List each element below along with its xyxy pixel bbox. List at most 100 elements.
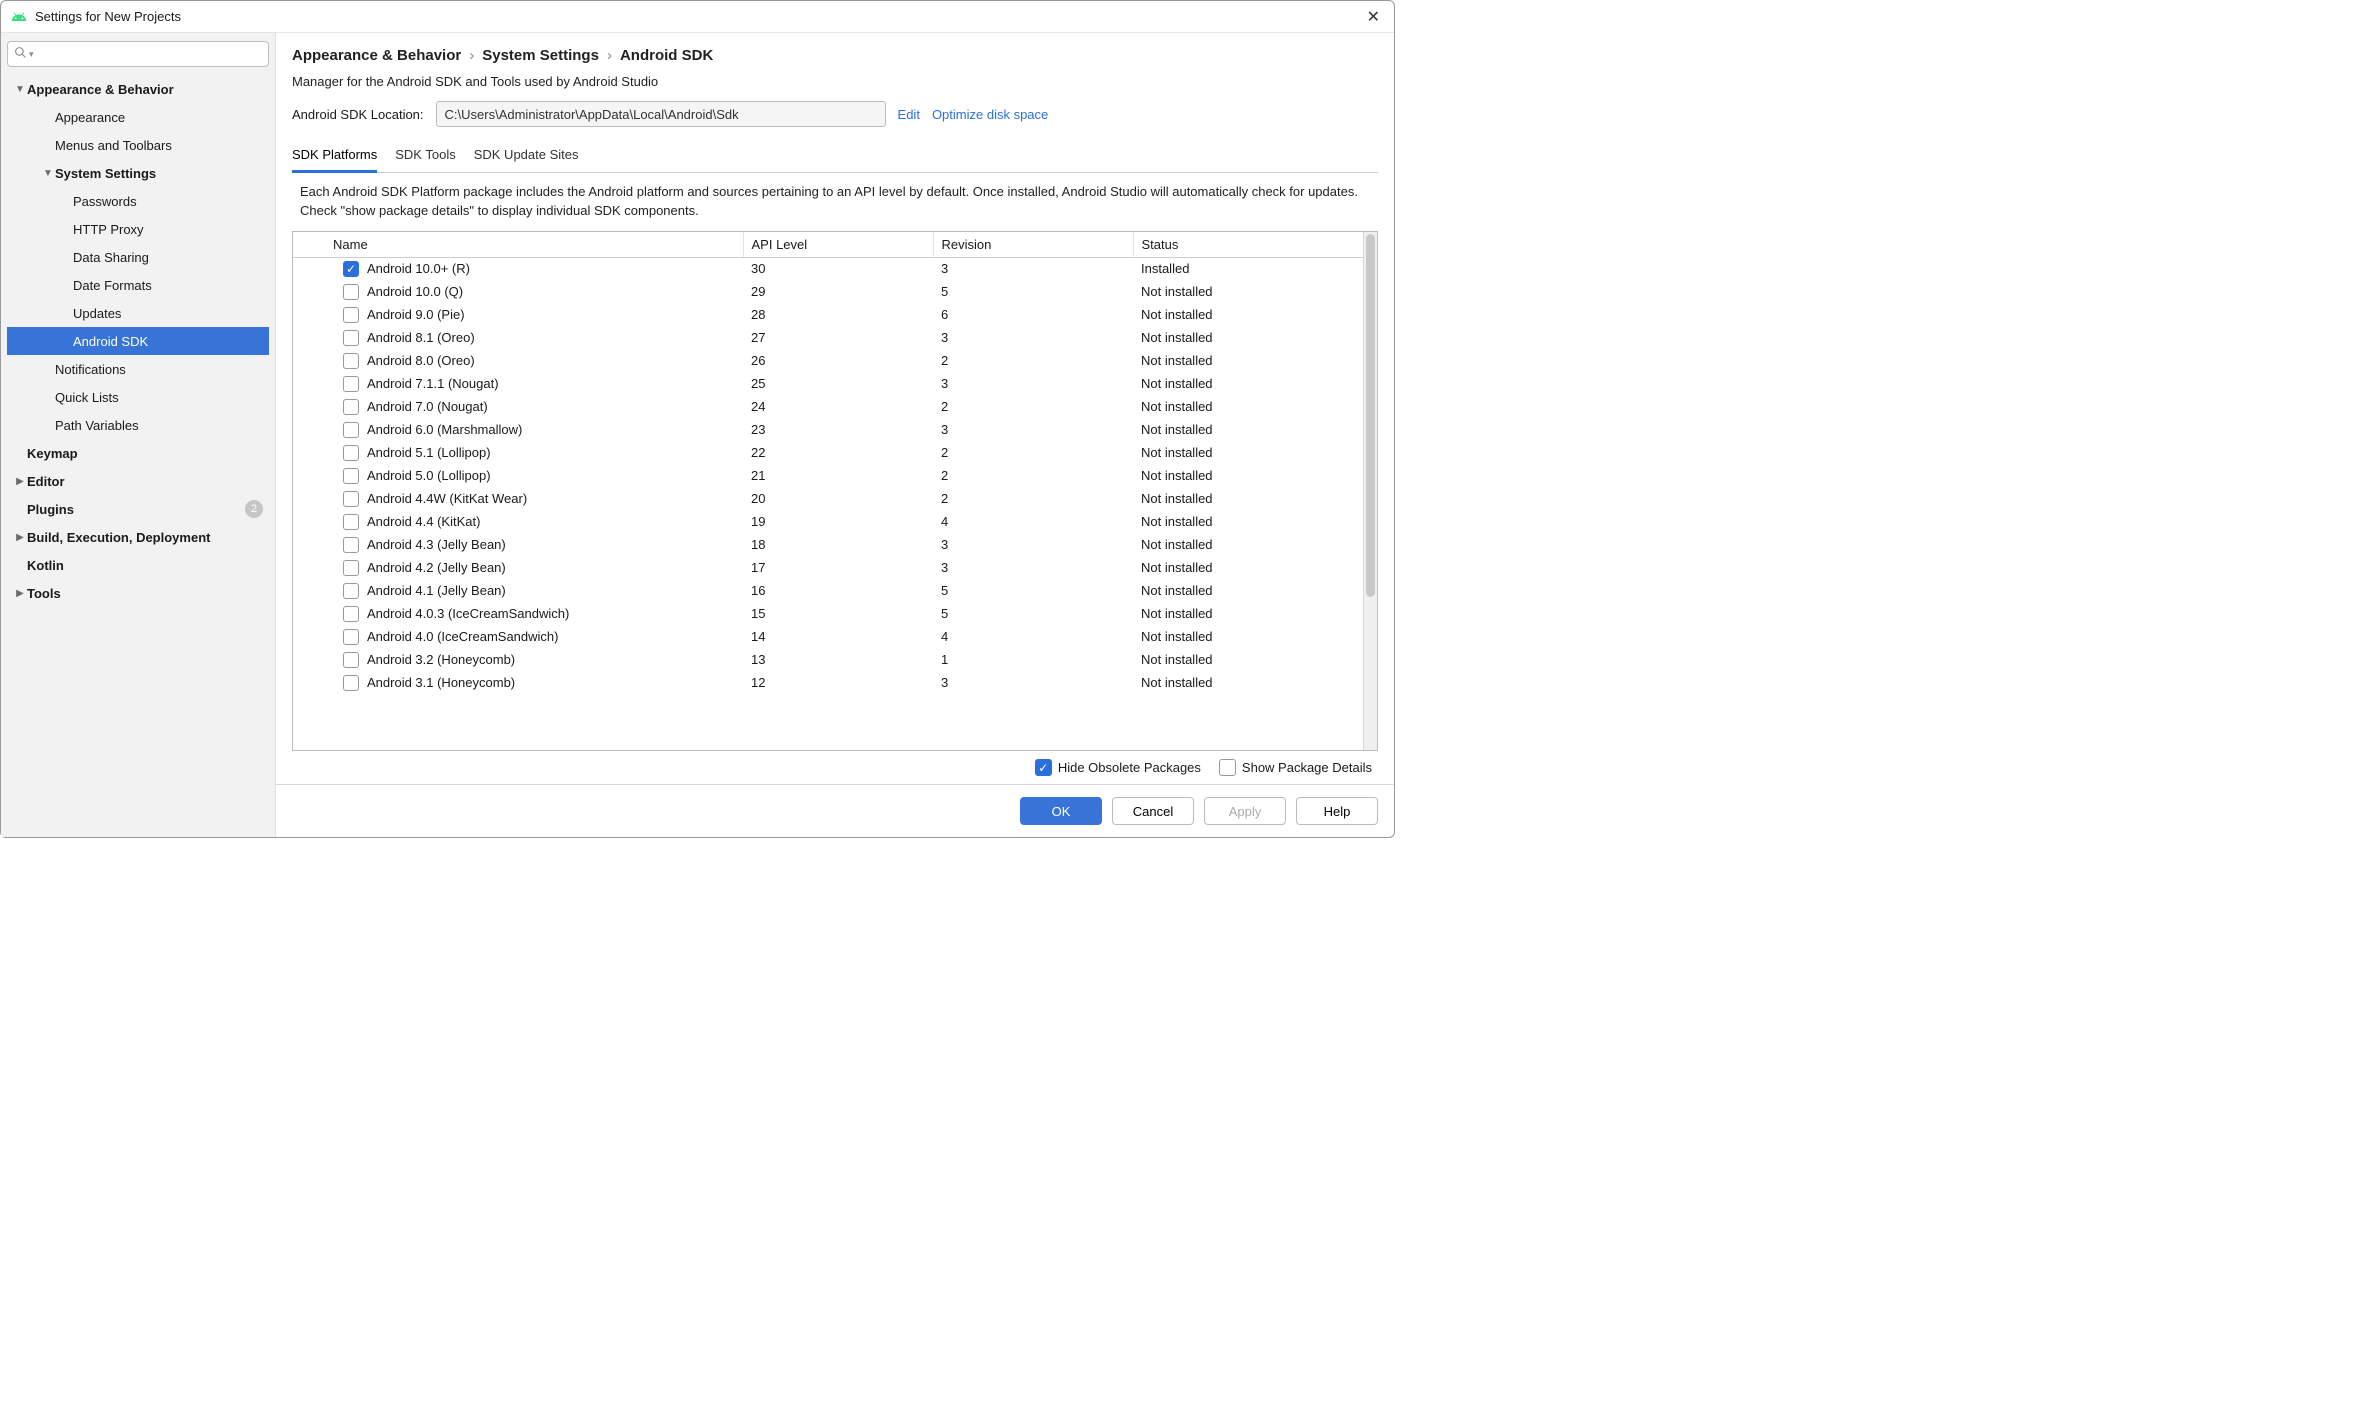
table-row[interactable]: Android 4.0.3 (IceCreamSandwich)155Not i… xyxy=(293,602,1363,625)
search-dropdown-icon[interactable]: ▾ xyxy=(29,49,34,60)
table-row[interactable]: Android 10.0 (Q)295Not installed xyxy=(293,280,1363,303)
checkbox[interactable] xyxy=(343,560,359,576)
checkbox[interactable] xyxy=(343,675,359,691)
sidebar-item-label: Notifications xyxy=(55,362,126,377)
sidebar-item[interactable]: ▼System Settings xyxy=(7,159,269,187)
sidebar-item[interactable]: ▼Appearance & Behavior xyxy=(7,75,269,103)
scrollbar-thumb[interactable] xyxy=(1366,234,1375,597)
chevron-down-icon[interactable]: ▼ xyxy=(41,168,55,179)
checkbox[interactable] xyxy=(343,399,359,415)
checkbox[interactable] xyxy=(343,514,359,530)
close-icon[interactable]: ✕ xyxy=(1363,7,1384,27)
sidebar-item-label: Editor xyxy=(27,474,65,489)
sidebar-item[interactable]: Data Sharing xyxy=(7,243,269,271)
chevron-right-icon[interactable]: ▶ xyxy=(13,532,27,543)
checkbox[interactable] xyxy=(343,468,359,484)
sidebar-item[interactable]: Keymap xyxy=(7,439,269,467)
platform-name: Android 9.0 (Pie) xyxy=(367,307,465,322)
table-row[interactable]: Android 3.2 (Honeycomb)131Not installed xyxy=(293,648,1363,671)
sidebar-item-label: Keymap xyxy=(27,446,78,461)
checkbox[interactable] xyxy=(343,537,359,553)
table-row[interactable]: Android 7.1.1 (Nougat)253Not installed xyxy=(293,372,1363,395)
tab-sdk-tools[interactable]: SDK Tools xyxy=(395,141,455,172)
tab-sdk-update-sites[interactable]: SDK Update Sites xyxy=(474,141,579,172)
table-row[interactable]: Android 6.0 (Marshmallow)233Not installe… xyxy=(293,418,1363,441)
column-api[interactable]: API Level xyxy=(743,232,933,258)
sidebar-item[interactable]: Path Variables xyxy=(7,411,269,439)
table-row[interactable]: Android 8.0 (Oreo)262Not installed xyxy=(293,349,1363,372)
sidebar-item-label: Date Formats xyxy=(73,278,152,293)
sdk-location-field[interactable] xyxy=(436,101,886,127)
table-row[interactable]: Android 9.0 (Pie)286Not installed xyxy=(293,303,1363,326)
revision: 3 xyxy=(933,556,1133,579)
sidebar-item[interactable]: ▶Build, Execution, Deployment xyxy=(7,523,269,551)
tab-sdk-platforms[interactable]: SDK Platforms xyxy=(292,141,377,173)
table-row[interactable]: Android 4.3 (Jelly Bean)183Not installed xyxy=(293,533,1363,556)
checkbox[interactable] xyxy=(343,330,359,346)
table-row[interactable]: Android 3.1 (Honeycomb)123Not installed xyxy=(293,671,1363,694)
chevron-right-icon[interactable]: ▶ xyxy=(13,588,27,599)
sidebar-item[interactable]: Notifications xyxy=(7,355,269,383)
sidebar-item[interactable]: Quick Lists xyxy=(7,383,269,411)
optimize-link[interactable]: Optimize disk space xyxy=(932,107,1048,122)
checkbox[interactable] xyxy=(343,307,359,323)
table-row[interactable]: Android 4.4 (KitKat)194Not installed xyxy=(293,510,1363,533)
table-row[interactable]: Android 4.2 (Jelly Bean)173Not installed xyxy=(293,556,1363,579)
sidebar-item[interactable]: Passwords xyxy=(7,187,269,215)
sidebar-item[interactable]: Plugins2 xyxy=(7,495,269,523)
sidebar-item[interactable]: Menus and Toolbars xyxy=(7,131,269,159)
chevron-right-icon[interactable]: ▶ xyxy=(13,476,27,487)
status: Not installed xyxy=(1133,441,1363,464)
edit-link[interactable]: Edit xyxy=(898,107,920,122)
sidebar-item[interactable]: ▶Tools xyxy=(7,579,269,607)
column-revision[interactable]: Revision xyxy=(933,232,1133,258)
help-button[interactable]: Help xyxy=(1296,797,1378,825)
sidebar-item[interactable]: Android SDK xyxy=(7,327,269,355)
checkbox[interactable] xyxy=(343,491,359,507)
hide-obsolete-checkbox[interactable]: ✓ Hide Obsolete Packages xyxy=(1035,759,1201,776)
sidebar-item[interactable]: HTTP Proxy xyxy=(7,215,269,243)
window-title: Settings for New Projects xyxy=(35,9,1363,24)
apply-button[interactable]: Apply xyxy=(1204,797,1286,825)
platforms-table: Name API Level Revision Status ✓Android … xyxy=(292,231,1378,751)
checkbox[interactable] xyxy=(343,652,359,668)
table-row[interactable]: Android 4.0 (IceCreamSandwich)144Not ins… xyxy=(293,625,1363,648)
table-row[interactable]: ✓Android 10.0+ (R)303Installed xyxy=(293,257,1363,280)
table-row[interactable]: Android 8.1 (Oreo)273Not installed xyxy=(293,326,1363,349)
status: Not installed xyxy=(1133,349,1363,372)
sidebar-item[interactable]: Updates xyxy=(7,299,269,327)
status: Not installed xyxy=(1133,418,1363,441)
ok-button[interactable]: OK xyxy=(1020,797,1102,825)
checkbox[interactable] xyxy=(343,445,359,461)
checkbox[interactable] xyxy=(343,353,359,369)
checkbox[interactable] xyxy=(343,606,359,622)
checkbox[interactable]: ✓ xyxy=(343,261,359,277)
table-row[interactable]: Android 7.0 (Nougat)242Not installed xyxy=(293,395,1363,418)
column-name[interactable]: Name xyxy=(293,232,743,258)
checkbox[interactable] xyxy=(343,376,359,392)
table-row[interactable]: Android 4.4W (KitKat Wear)202Not install… xyxy=(293,487,1363,510)
sidebar-item[interactable]: Kotlin xyxy=(7,551,269,579)
table-row[interactable]: Android 5.0 (Lollipop)212Not installed xyxy=(293,464,1363,487)
cancel-button[interactable]: Cancel xyxy=(1112,797,1194,825)
checkbox[interactable] xyxy=(343,422,359,438)
checkbox[interactable] xyxy=(343,284,359,300)
platform-name: Android 7.0 (Nougat) xyxy=(367,399,488,414)
sidebar-item[interactable]: Date Formats xyxy=(7,271,269,299)
checkbox-icon xyxy=(1219,759,1236,776)
sidebar-item[interactable]: ▶Editor xyxy=(7,467,269,495)
column-status[interactable]: Status xyxy=(1133,232,1363,258)
platform-name: Android 4.0 (IceCreamSandwich) xyxy=(367,629,558,644)
sidebar-item-label: Tools xyxy=(27,586,61,601)
platform-name: Android 8.1 (Oreo) xyxy=(367,330,475,345)
vertical-scrollbar[interactable] xyxy=(1363,232,1377,750)
checkbox[interactable] xyxy=(343,629,359,645)
table-row[interactable]: Android 5.1 (Lollipop)222Not installed xyxy=(293,441,1363,464)
search-input[interactable]: ▾ xyxy=(7,41,269,67)
sidebar-item-label: HTTP Proxy xyxy=(73,222,144,237)
sidebar-item[interactable]: Appearance xyxy=(7,103,269,131)
show-details-checkbox[interactable]: Show Package Details xyxy=(1219,759,1372,776)
table-row[interactable]: Android 4.1 (Jelly Bean)165Not installed xyxy=(293,579,1363,602)
checkbox[interactable] xyxy=(343,583,359,599)
chevron-down-icon[interactable]: ▼ xyxy=(13,84,27,95)
